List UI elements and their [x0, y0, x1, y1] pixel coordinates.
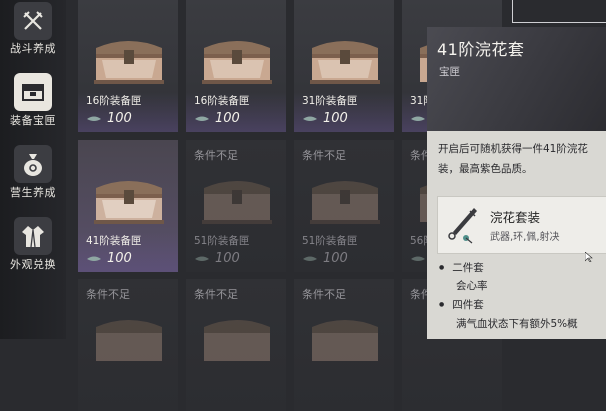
price-row: 100 [302, 250, 348, 266]
chest-icon [202, 181, 272, 224]
box-card-locked[interactable]: 条件不足 [186, 279, 286, 411]
detail-header: 41阶浣花套 宝匣 [427, 27, 606, 131]
treasure-box-icon [14, 73, 52, 111]
crossed-swords-icon [14, 2, 52, 40]
box-name: 16阶装备匣 [86, 95, 142, 107]
box-price: 100 [323, 110, 348, 126]
currency-icon [303, 256, 317, 261]
box-card-selected[interactable]: 41阶装备匣 100 [78, 140, 178, 272]
sidebar-item-label: 装备宝匣 [10, 114, 56, 127]
box-price: 100 [107, 250, 132, 266]
chest-icon [94, 41, 164, 84]
chest-icon [310, 181, 380, 224]
detail-subtitle: 宝匣 [439, 66, 460, 78]
robe-icon [14, 217, 52, 255]
currency-icon [303, 116, 317, 121]
price-row: 100 [86, 110, 132, 126]
sidebar-item-appearance[interactable]: 外观兑换 [0, 216, 66, 282]
box-card[interactable]: 16阶装备匣 100 [78, 0, 178, 132]
chest-icon [204, 320, 270, 361]
set-name: 浣花套装 [490, 210, 541, 225]
box-name: 51阶装备匣 [194, 235, 250, 247]
currency-icon [195, 256, 209, 261]
requirement-not-met-label: 条件不足 [194, 149, 238, 162]
equipment-box-grid: 16阶装备匣 100 16阶装备匣 100 31阶装备匣 100 31阶装备匣 … [78, 0, 502, 411]
chest-icon [94, 181, 164, 224]
requirement-not-met-label: 条件不足 [302, 149, 346, 162]
box-name: 51阶装备匣 [302, 235, 358, 247]
chest-icon [312, 320, 378, 361]
money-bag-icon [14, 145, 52, 183]
sidebar-item-label: 战斗养成 [10, 42, 56, 55]
effect-line: 会心率 [456, 280, 488, 292]
chest-icon [310, 41, 380, 84]
detail-description: 开启后可随机获得一件41阶浣花 装，最高紫色品质。 [438, 139, 606, 179]
box-price: 100 [215, 250, 240, 266]
box-card[interactable]: 31阶装备匣 100 [294, 0, 394, 132]
detail-title: 41阶浣花套 [437, 40, 525, 59]
box-card-locked[interactable]: 条件不足 [78, 279, 178, 411]
set-item-types: 武器,环,佩,射决 [490, 232, 560, 243]
sidebar-item-combat[interactable]: 战斗养成 [0, 0, 66, 66]
sidebar-item-label: 营生养成 [10, 186, 56, 199]
currency-icon [87, 116, 101, 121]
price-row: 100 [86, 250, 132, 266]
currency-icon [411, 116, 425, 121]
sword-icon [448, 208, 477, 244]
box-card-locked[interactable]: 条件不足 51阶装备匣 100 [186, 140, 286, 272]
box-card-locked[interactable]: 条件不足 [294, 279, 394, 411]
price-row: 100 [302, 110, 348, 126]
sidebar-item-livelihood[interactable]: 营生养成 [0, 144, 66, 210]
box-card-locked[interactable]: 条件不足 51阶装备匣 100 [294, 140, 394, 272]
box-price: 100 [107, 110, 132, 126]
currency-icon [87, 256, 101, 261]
effect-title: 四件套 [439, 297, 484, 312]
detail-panel: 41阶浣花套 宝匣 开启后可随机获得一件41阶浣花 装，最高紫色品质。 浣花套装… [427, 27, 606, 339]
chest-icon [96, 320, 162, 361]
set-info-box[interactable]: 浣花套装 武器,环,佩,射决 [437, 196, 606, 254]
requirement-not-met-label: 条件不足 [194, 288, 238, 301]
price-row: 100 [194, 250, 240, 266]
box-price: 100 [215, 110, 240, 126]
box-name: 16阶装备匣 [194, 95, 250, 107]
currency-icon [195, 116, 209, 121]
requirement-not-met-label: 条件不足 [86, 288, 130, 301]
box-price: 100 [323, 250, 348, 266]
effect-title: 二件套 [439, 260, 484, 275]
sidebar-item-label: 外观兑换 [10, 258, 56, 271]
sidebar-item-equipment-box[interactable]: 装备宝匣 [0, 72, 66, 138]
top-right-frame [512, 0, 606, 23]
box-name: 31阶装备匣 [302, 95, 358, 107]
box-name: 41阶装备匣 [86, 235, 142, 247]
requirement-not-met-label: 条件不足 [302, 288, 346, 301]
currency-icon [411, 256, 425, 261]
description-line: 装，最高紫色品质。 [438, 163, 533, 175]
sidebar: 战斗养成 装备宝匣 营生养成 外观兑换 [0, 0, 66, 339]
mouse-cursor-icon [585, 252, 593, 262]
description-line: 开启后可随机获得一件41阶浣花 [438, 143, 588, 155]
price-row: 100 [194, 110, 240, 126]
box-card[interactable]: 16阶装备匣 100 [186, 0, 286, 132]
chest-icon [202, 41, 272, 84]
effect-line: 满气血状态下有额外5%概 [456, 318, 578, 330]
